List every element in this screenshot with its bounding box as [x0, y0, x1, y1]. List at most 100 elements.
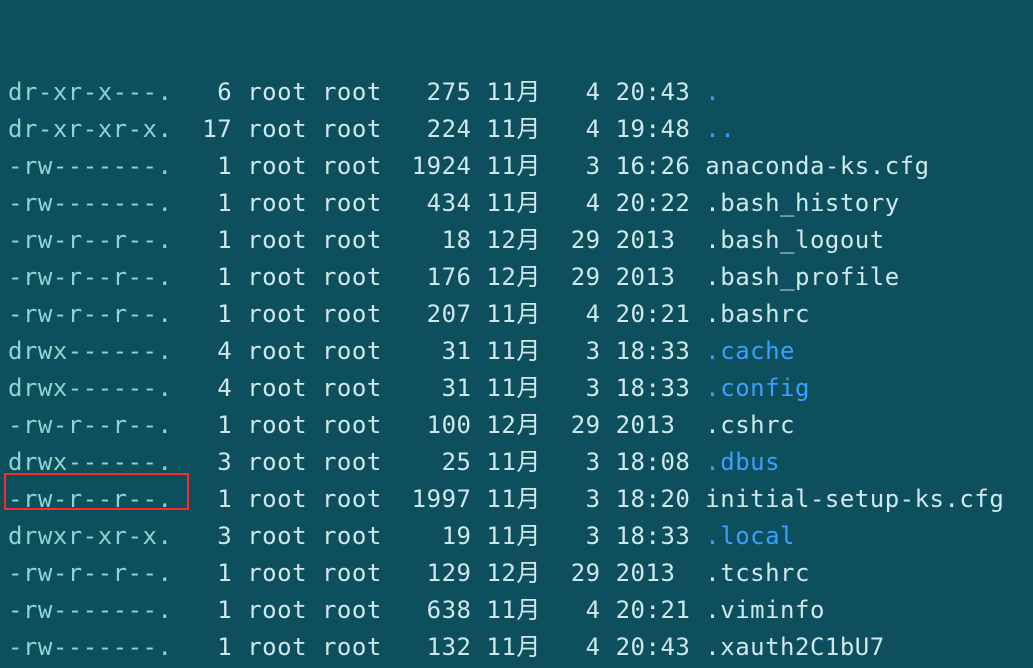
link-count: 3 — [187, 448, 232, 476]
time: 18:08 — [616, 448, 691, 476]
size: 1924 — [397, 152, 472, 180]
link-count: 17 — [187, 115, 232, 143]
group: root — [322, 189, 382, 217]
month: 11月 — [486, 374, 540, 402]
day: 3 — [556, 485, 601, 513]
filename: .. — [705, 115, 735, 143]
time: 18:33 — [616, 374, 691, 402]
filename: . — [705, 78, 720, 106]
owner: root — [247, 559, 307, 587]
size: 1997 — [397, 485, 472, 513]
link-count: 3 — [187, 522, 232, 550]
ls-row: dr-xr-x---. 6 root root 275 11月 4 20:43 … — [8, 74, 1025, 111]
link-count: 1 — [187, 300, 232, 328]
size: 176 — [397, 263, 472, 291]
ls-row: -rw-------. 1 root root 132 11月 4 20:43 … — [8, 629, 1025, 666]
month: 11月 — [486, 633, 540, 661]
month: 11月 — [486, 78, 540, 106]
owner: root — [247, 78, 307, 106]
group: root — [322, 263, 382, 291]
permissions: -rw-------. — [8, 596, 172, 624]
ls-row: -rw-r--r--. 1 root root 18 12月 29 2013 .… — [8, 222, 1025, 259]
day: 4 — [556, 115, 601, 143]
link-count: 4 — [187, 374, 232, 402]
size: 100 — [397, 411, 472, 439]
permissions: dr-xr-xr-x. — [8, 115, 172, 143]
size: 25 — [397, 448, 472, 476]
time: 2013 — [616, 559, 691, 587]
month: 12月 — [486, 411, 540, 439]
day: 3 — [556, 522, 601, 550]
ls-row: -rw-------. 1 root root 1924 11月 3 16:26… — [8, 148, 1025, 185]
link-count: 1 — [187, 263, 232, 291]
ls-row: -rw-------. 1 root root 638 11月 4 20:21 … — [8, 592, 1025, 629]
day: 29 — [556, 411, 601, 439]
link-count: 6 — [187, 78, 232, 106]
time: 18:33 — [616, 522, 691, 550]
size: 434 — [397, 189, 472, 217]
size: 132 — [397, 633, 472, 661]
day: 3 — [556, 374, 601, 402]
filename: .local — [705, 522, 795, 550]
month: 11月 — [486, 485, 540, 513]
group: root — [322, 411, 382, 439]
size: 129 — [397, 559, 472, 587]
ls-row: drwx------. 4 root root 31 11月 3 18:33 .… — [8, 370, 1025, 407]
ls-row: dr-xr-xr-x. 17 root root 224 11月 4 19:48… — [8, 111, 1025, 148]
link-count: 1 — [187, 559, 232, 587]
filename: anaconda-ks.cfg — [705, 152, 929, 180]
permissions: drwx------. — [8, 448, 172, 476]
permissions: -rw-r--r--. — [8, 411, 172, 439]
owner: root — [247, 337, 307, 365]
owner: root — [247, 115, 307, 143]
day: 4 — [556, 633, 601, 661]
month: 11月 — [486, 337, 540, 365]
terminal-output[interactable]: dr-xr-x---. 6 root root 275 11月 4 20:43 … — [0, 0, 1033, 668]
filename: .cshrc — [705, 411, 795, 439]
time: 16:26 — [616, 152, 691, 180]
owner: root — [247, 226, 307, 254]
group: root — [322, 485, 382, 513]
size: 275 — [397, 78, 472, 106]
group: root — [322, 152, 382, 180]
owner: root — [247, 263, 307, 291]
ls-row: drwxr-xr-x. 3 root root 19 11月 3 18:33 .… — [8, 518, 1025, 555]
filename: .tcshrc — [705, 559, 810, 587]
filename: .bash_history — [705, 189, 899, 217]
month: 11月 — [486, 115, 540, 143]
owner: root — [247, 374, 307, 402]
time: 20:43 — [616, 633, 691, 661]
day: 3 — [556, 337, 601, 365]
group: root — [322, 633, 382, 661]
group: root — [322, 522, 382, 550]
permissions: -rw-r--r--. — [8, 485, 172, 513]
filename: .cache — [705, 337, 795, 365]
group: root — [322, 596, 382, 624]
time: 18:33 — [616, 337, 691, 365]
day: 4 — [556, 78, 601, 106]
ls-row: -rw-------. 1 root root 434 11月 4 20:22 … — [8, 185, 1025, 222]
month: 12月 — [486, 263, 540, 291]
day: 4 — [556, 300, 601, 328]
size: 31 — [397, 337, 472, 365]
day: 3 — [556, 152, 601, 180]
filename: .bash_logout — [705, 226, 884, 254]
owner: root — [247, 300, 307, 328]
month: 11月 — [486, 152, 540, 180]
link-count: 1 — [187, 633, 232, 661]
permissions: dr-xr-x---. — [8, 78, 172, 106]
filename: .xauth2C1bU7 — [705, 633, 884, 661]
day: 29 — [556, 226, 601, 254]
ls-row: -rw-r--r--. 1 root root 100 12月 29 2013 … — [8, 407, 1025, 444]
size: 19 — [397, 522, 472, 550]
owner: root — [247, 596, 307, 624]
filename: .viminfo — [705, 596, 825, 624]
permissions: -rw-------. — [8, 189, 172, 217]
ls-row: drwx------. 3 root root 25 11月 3 18:08 .… — [8, 444, 1025, 481]
ls-row: -rw-r--r--. 1 root root 129 12月 29 2013 … — [8, 555, 1025, 592]
ls-row: drwx------. 4 root root 31 11月 3 18:33 .… — [8, 333, 1025, 370]
permissions: -rw-r--r--. — [8, 559, 172, 587]
link-count: 1 — [187, 596, 232, 624]
month: 12月 — [486, 226, 540, 254]
day: 4 — [556, 596, 601, 624]
